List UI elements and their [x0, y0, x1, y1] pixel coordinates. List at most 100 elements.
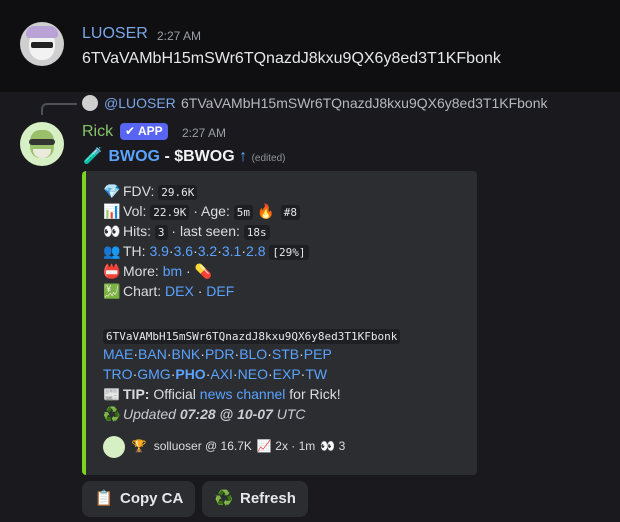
embed-footer: 🏆 solluoser @ 16.7K 📈 2x · 1m 👀 3 — [103, 436, 345, 458]
eyes-icon: 👀 — [103, 223, 121, 239]
th-row: 👥 TH: 3.9·3.6·3.2·3.1·2.8 [29%] — [103, 243, 309, 260]
avatar[interactable] — [20, 122, 64, 166]
footer-user: solluoser @ 16.7K — [153, 439, 252, 454]
newspaper-icon: 📰 — [103, 386, 121, 402]
edited-label: (edited) — [251, 153, 286, 164]
tip-label: TIP: — [123, 386, 150, 402]
updated-row: ♻️ Updated 07:28 @ 10-07 UTC — [103, 406, 306, 423]
fdv-row: 💎 FDV: 29.6K — [103, 183, 198, 200]
reply-avatar[interactable] — [82, 95, 98, 111]
test-tube-icon: 🧪 — [83, 148, 103, 165]
quick-link[interactable]: BNK — [171, 346, 200, 362]
updated-time: 07:28 @ 10-07 — [179, 406, 273, 422]
quick-link[interactable]: BLO — [239, 346, 267, 362]
trend-icon: 📈 — [256, 439, 272, 454]
ca-code[interactable]: 6TVaVAMbH15mSWr6TQnazdJ8kxu9QX6y8ed3T1KF… — [103, 329, 401, 344]
app-badge: ✔ APP — [120, 123, 168, 140]
up-arrow-icon: ↑ — [239, 148, 248, 165]
th-link[interactable]: 3.1 — [222, 243, 241, 259]
chart-label: Chart: — [123, 283, 162, 299]
hits-value: 3 — [154, 225, 168, 240]
rank-value: #8 — [280, 205, 301, 220]
contract-address: 6TVaVAMbH15mSWr6TQnazdJ8kxu9QX6y8ed3T1KF… — [103, 327, 401, 344]
yen-chart-icon: 💹 — [103, 283, 121, 299]
chart-row: 💹 Chart: DEX · DEF — [103, 283, 235, 299]
more-label: More: — [123, 263, 159, 279]
chart-icon: 📊 — [103, 203, 121, 219]
quick-link[interactable]: GMG — [137, 366, 170, 382]
news-channel-link[interactable]: news channel — [200, 386, 286, 402]
token-title: 🧪 BWOG - $BWOG ↑ (edited) — [82, 146, 285, 166]
trophy-icon: 🏆 — [131, 439, 147, 454]
last-seen-value: 18s — [243, 225, 270, 240]
fdv-value: 29.6K — [158, 185, 198, 200]
links-row-2: TRO·GMG·PHO·AXI·NEO·EXP·TW — [103, 366, 328, 382]
tip-post: for Rick! — [289, 386, 341, 402]
refresh-label: Refresh — [240, 490, 296, 507]
tip-row: 📰 TIP: Official news channel for Rick! — [103, 386, 341, 403]
quick-link[interactable]: MAE — [103, 346, 133, 362]
th-percent: [29%] — [269, 245, 309, 260]
username[interactable]: Rick — [82, 123, 113, 141]
token-embed: 💎 FDV: 29.6K 📊 Vol: 22.9K · Age: 5m 🔥 #8 👀… — [82, 171, 477, 475]
quick-link[interactable]: PDR — [205, 346, 235, 362]
quick-link[interactable]: EXP — [273, 366, 301, 382]
fire-icon: 🔥 — [257, 203, 275, 219]
quick-link[interactable]: PHO — [175, 366, 205, 382]
th-label: TH: — [123, 243, 146, 259]
reply-connector — [41, 103, 77, 115]
last-seen-label: · last seen: — [171, 223, 240, 239]
fdv-label: FDV: — [123, 183, 155, 199]
recycle-icon: ♻️ — [103, 406, 121, 422]
age-label: · Age: — [193, 203, 230, 219]
hits-label: Hits: — [123, 223, 151, 239]
timestamp: 2:27 AM — [157, 29, 202, 43]
copy-ca-label: Copy CA — [120, 490, 184, 507]
title-separator: - — [160, 148, 175, 165]
vol-label: Vol: — [123, 203, 147, 219]
footer-count: 3 — [338, 439, 346, 454]
age-value: 5m — [233, 205, 253, 220]
updated-label: Updated — [123, 406, 176, 422]
message-text: 6TVaVAMbH15mSWr6TQnazdJ8kxu9QX6y8ed3T1KF… — [82, 50, 501, 67]
hits-row: 👀 Hits: 3 · last seen: 18s — [103, 223, 270, 240]
more-icon: 📛 — [103, 263, 121, 279]
ticker: $BWOG — [174, 148, 235, 165]
footer-stats: 2x · 1m — [275, 439, 316, 454]
no-pills-icon[interactable]: 💊 — [195, 263, 213, 280]
people-icon: 👥 — [103, 243, 121, 259]
th-link[interactable]: 3.9 — [149, 243, 168, 259]
reply-username[interactable]: @LUOSER — [104, 95, 176, 111]
vol-value: 22.9K — [150, 205, 190, 220]
reply-preview[interactable]: 6TVaVAMbH15mSWr6TQnazdJ8kxu9QX6y8ed3T1KF… — [181, 95, 548, 111]
tip-pre: Official — [153, 386, 196, 402]
eyes-icon: 👀 — [320, 439, 336, 454]
clipboard-icon: 📋 — [94, 490, 114, 507]
updated-tz: UTC — [276, 406, 306, 422]
more-row: 📛 More: bm · 💊 — [103, 263, 213, 280]
quick-link[interactable]: NEO — [238, 366, 268, 382]
quick-link[interactable]: BAN — [138, 346, 167, 362]
refresh-button[interactable]: ♻️ Refresh — [202, 481, 308, 517]
def-link[interactable]: DEF — [206, 283, 234, 299]
quick-link[interactable]: STB — [272, 346, 299, 362]
recycle-icon: ♻️ — [214, 490, 234, 507]
quick-link[interactable]: PEP — [304, 346, 332, 362]
username[interactable]: LUOSER — [82, 25, 148, 43]
links-row-1: MAE·BAN·BNK·PDR·BLO·STB·PEP — [103, 346, 332, 362]
quick-link[interactable]: TRO — [103, 366, 133, 382]
token-link[interactable]: BWOG — [108, 148, 160, 165]
vol-row: 📊 Vol: 22.9K · Age: 5m 🔥 #8 — [103, 203, 301, 220]
th-link[interactable]: 3.6 — [174, 243, 193, 259]
avatar[interactable] — [20, 22, 64, 66]
th-link[interactable]: 3.2 — [198, 243, 217, 259]
th-link[interactable]: 2.8 — [246, 243, 265, 259]
bm-link[interactable]: bm — [163, 263, 182, 279]
timestamp: 2:27 AM — [182, 126, 227, 140]
dex-link[interactable]: DEX — [165, 283, 194, 299]
copy-ca-button[interactable]: 📋 Copy CA — [82, 481, 196, 517]
footer-avatar — [103, 436, 125, 458]
message-luoser: LUOSER 2:27 AM 6TVaVAMbH15mSWr6TQnazdJ8k… — [0, 0, 620, 92]
quick-link[interactable]: AXI — [210, 366, 233, 382]
quick-link[interactable]: TW — [305, 366, 327, 382]
